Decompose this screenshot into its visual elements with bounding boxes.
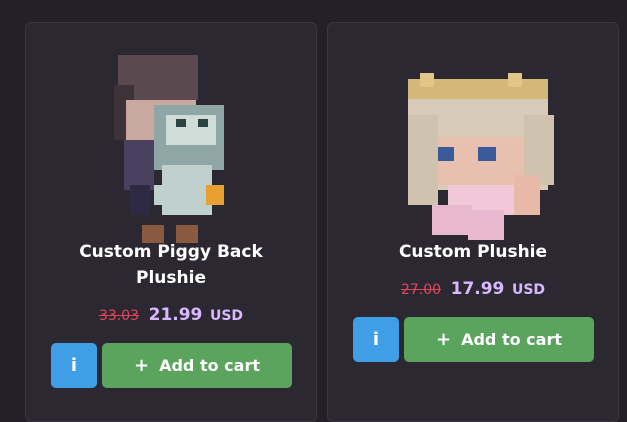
info-button[interactable]: i xyxy=(51,343,97,388)
price: 27.00 17.99 USD xyxy=(328,279,618,299)
product-card-piggy-back[interactable]: Custom Piggy Back Plushie 33.03 21.99 US… xyxy=(25,22,317,422)
info-icon: i xyxy=(70,355,78,376)
add-to-cart-button[interactable]: + Add to cart xyxy=(102,343,292,388)
old-price: 27.00 xyxy=(400,282,442,298)
product-image-plushie[interactable] xyxy=(328,45,620,251)
info-button[interactable]: i xyxy=(353,317,399,362)
add-to-cart-label: Add to cart xyxy=(461,330,562,349)
plus-icon: + xyxy=(436,329,452,350)
product-title[interactable]: Custom Plushie xyxy=(348,239,598,265)
product-card-plushie[interactable]: Custom Plushie 27.00 17.99 USD i + Add t… xyxy=(327,22,619,422)
plus-icon: + xyxy=(134,355,150,376)
sale-price: 17.99 xyxy=(450,279,505,299)
product-title[interactable]: Custom Piggy Back Plushie xyxy=(46,239,296,291)
add-to-cart-label: Add to cart xyxy=(159,356,260,375)
price: 33.03 21.99 USD xyxy=(26,305,316,325)
currency: USD xyxy=(511,282,546,298)
currency: USD xyxy=(209,308,244,324)
old-price: 33.03 xyxy=(98,308,140,324)
add-to-cart-button[interactable]: + Add to cart xyxy=(404,317,594,362)
product-image-piggy-back[interactable] xyxy=(26,45,318,251)
info-icon: i xyxy=(372,329,380,350)
sale-price: 21.99 xyxy=(148,305,203,325)
